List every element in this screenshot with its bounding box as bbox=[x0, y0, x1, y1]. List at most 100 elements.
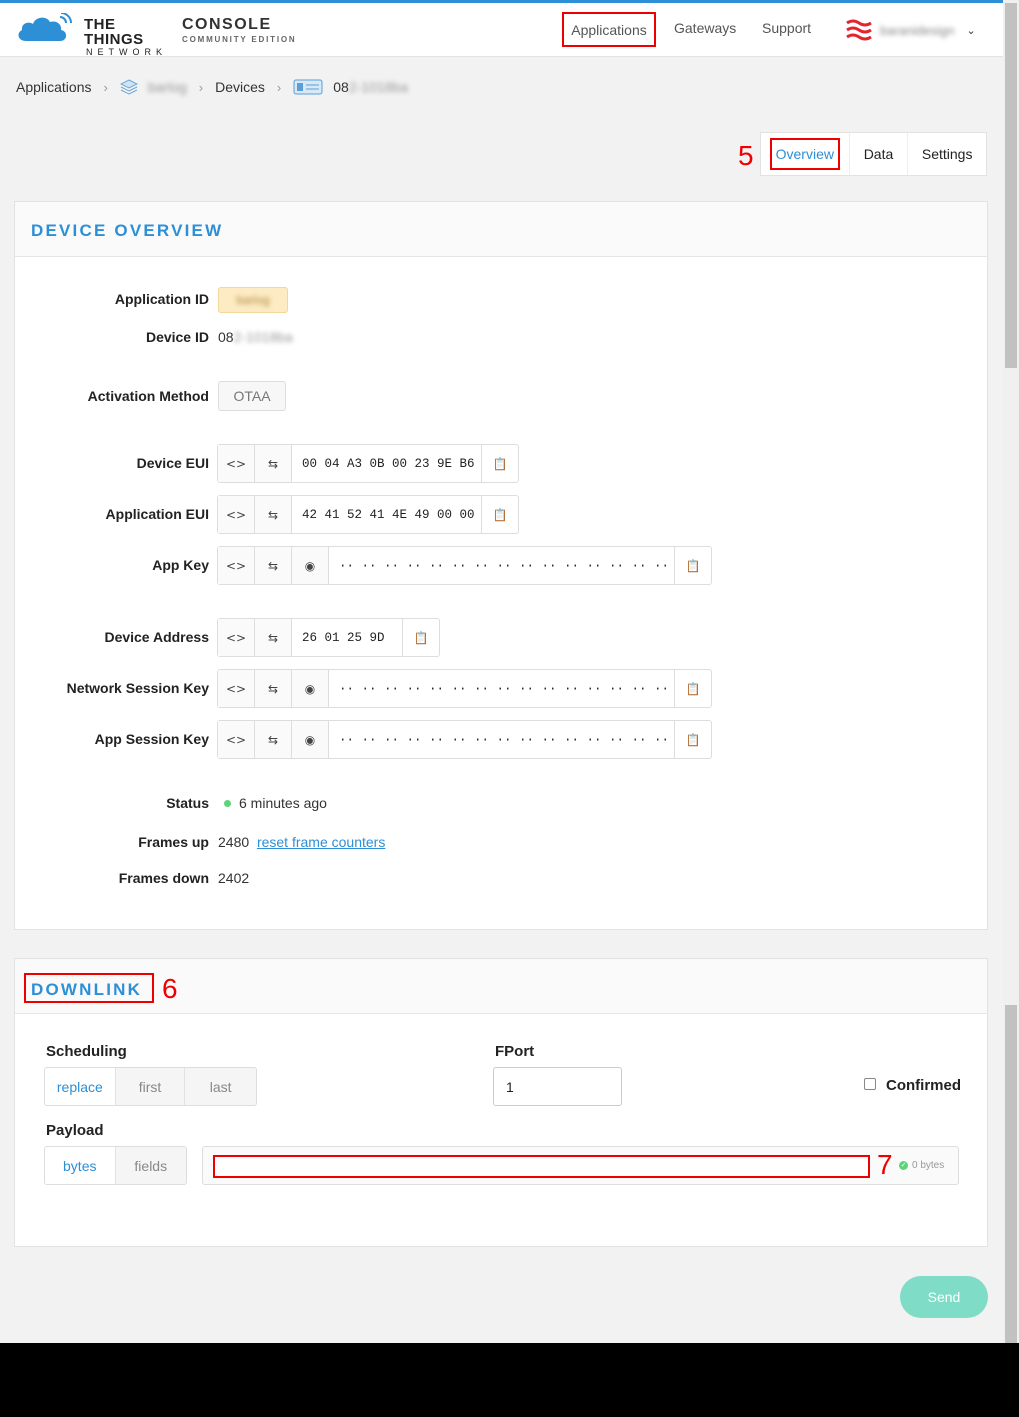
top-navigation-bar: THE THINGS NETWORK CONSOLE COMMUNITY EDI… bbox=[0, 3, 1003, 57]
code-toggle-icon[interactable]: <> bbox=[218, 721, 255, 758]
frames-up-label: Frames up bbox=[138, 834, 209, 850]
clipboard-copy-icon[interactable]: 📋 bbox=[675, 721, 711, 758]
chevron-right-icon: › bbox=[103, 79, 108, 95]
scheduling-last[interactable]: last bbox=[185, 1068, 256, 1105]
network-session-key-field: <> ⇆ ◉ ·· ·· ·· ·· ·· ·· ·· ·· ·· ·· ·· … bbox=[217, 669, 712, 708]
app-key-label: App Key bbox=[152, 557, 209, 573]
application-eui-value: 42 41 52 41 4E 49 00 00 bbox=[292, 496, 482, 533]
byte-order-swap-icon[interactable]: ⇆ bbox=[255, 445, 292, 482]
downlink-header: DOWNLINK 6 bbox=[15, 959, 987, 1014]
breadcrumb-device-prefix: 08 bbox=[333, 79, 349, 95]
confirmed-checkbox[interactable] bbox=[864, 1077, 876, 1090]
activation-method-label: Activation Method bbox=[87, 388, 209, 404]
tab-overview-label: Overview bbox=[769, 138, 840, 170]
app-session-key-value: ·· ·· ·· ·· ·· ·· ·· ·· ·· ·· ·· ·· ·· ·… bbox=[329, 721, 675, 758]
console-title-text: CONSOLE bbox=[182, 16, 272, 33]
clipboard-copy-icon[interactable]: 📋 bbox=[482, 496, 518, 533]
fport-input[interactable]: 1 bbox=[493, 1067, 622, 1106]
status-label: Status bbox=[166, 795, 209, 811]
device-address-label: Device Address bbox=[104, 629, 209, 645]
logo-line1: THE THINGS bbox=[84, 16, 144, 48]
code-toggle-icon[interactable]: <> bbox=[218, 445, 255, 482]
payload-mode-selector: bytes fields bbox=[44, 1146, 187, 1185]
nav-gateways[interactable]: Gateways bbox=[674, 20, 736, 36]
eye-icon[interactable]: ◉ bbox=[292, 721, 329, 758]
application-eui-field: <> ⇆ 42 41 52 41 4E 49 00 00 📋 bbox=[217, 495, 519, 534]
application-id-value: barlog bbox=[236, 293, 270, 307]
clipboard-copy-icon[interactable]: 📋 bbox=[675, 670, 711, 707]
scheduling-selector: replace first last bbox=[44, 1067, 257, 1106]
reset-frame-counters-link[interactable]: reset frame counters bbox=[257, 834, 385, 850]
clipboard-copy-icon[interactable]: 📋 bbox=[675, 547, 711, 584]
eye-icon[interactable]: ◉ bbox=[292, 670, 329, 707]
status-value: 6 minutes ago bbox=[224, 795, 327, 811]
payload-size: 0 bytes bbox=[912, 1160, 945, 1171]
chevron-right-icon: › bbox=[198, 79, 204, 95]
vertical-scrollbar[interactable] bbox=[1003, 0, 1019, 1343]
device-id-blurred: 2-1018ba bbox=[233, 329, 293, 345]
tab-data[interactable]: Data bbox=[850, 133, 909, 175]
scrollbar-thumb[interactable] bbox=[1005, 3, 1017, 368]
byte-order-swap-icon[interactable]: ⇆ bbox=[255, 721, 292, 758]
network-session-key-label: Network Session Key bbox=[66, 680, 209, 696]
status-text: 6 minutes ago bbox=[239, 795, 327, 811]
payload-mode-fields[interactable]: fields bbox=[115, 1147, 186, 1184]
device-eui-label: Device EUI bbox=[136, 455, 209, 471]
annotation-label-5: 5 bbox=[738, 140, 754, 171]
tab-overview[interactable]: Overview bbox=[761, 133, 850, 175]
device-overview-panel: DEVICE OVERVIEW Application ID barlog De… bbox=[14, 201, 988, 930]
nav-support[interactable]: Support bbox=[762, 20, 811, 36]
scheduling-replace[interactable]: replace bbox=[45, 1068, 116, 1105]
device-address-value: 26 01 25 9D bbox=[292, 619, 403, 656]
code-toggle-icon[interactable]: <> bbox=[218, 670, 255, 707]
confirmed-checkbox-row[interactable]: Confirmed bbox=[864, 1077, 961, 1094]
downlink-title: DOWNLINK bbox=[31, 980, 143, 999]
code-toggle-icon[interactable]: <> bbox=[218, 496, 255, 533]
payload-input[interactable] bbox=[213, 1155, 870, 1178]
byte-order-swap-icon[interactable]: ⇆ bbox=[255, 547, 292, 584]
breadcrumb-app-name[interactable]: barlog bbox=[148, 79, 187, 95]
breadcrumb-devices[interactable]: Devices bbox=[215, 79, 265, 95]
fport-label: FPort bbox=[495, 1043, 535, 1060]
activation-method-badge: OTAA bbox=[218, 381, 286, 411]
device-overview-title: DEVICE OVERVIEW bbox=[31, 221, 224, 240]
check-circle-icon: ✓ bbox=[899, 1161, 908, 1170]
byte-order-swap-icon[interactable]: ⇆ bbox=[255, 619, 292, 656]
network-session-key-value: ·· ·· ·· ·· ·· ·· ·· ·· ·· ·· ·· ·· ·· ·… bbox=[329, 670, 675, 707]
scheduling-first[interactable]: first bbox=[115, 1068, 186, 1105]
code-toggle-icon[interactable]: <> bbox=[218, 547, 255, 584]
frames-down-value: 2402 bbox=[218, 870, 250, 886]
nav-applications-label: Applications bbox=[571, 21, 647, 38]
ttn-logo[interactable]: THE THINGS NETWORK bbox=[16, 13, 162, 57]
app-key-value: ·· ·· ·· ·· ·· ·· ·· ·· ·· ·· ·· ·· ·· ·… bbox=[329, 547, 675, 584]
user-menu[interactable]: baranidesign ⌄ bbox=[846, 19, 976, 41]
clipboard-copy-icon[interactable]: 📋 bbox=[403, 619, 439, 656]
device-id-label: Device ID bbox=[145, 329, 209, 345]
logo-line2: NETWORK bbox=[86, 47, 167, 57]
device-id-value: 082-1018ba bbox=[218, 329, 293, 345]
code-toggle-icon[interactable]: <> bbox=[218, 619, 255, 656]
cloud-logo-icon bbox=[18, 13, 72, 41]
breadcrumb-applications[interactable]: Applications bbox=[16, 79, 92, 95]
downlink-title-highlight: DOWNLINK bbox=[24, 973, 154, 1003]
application-id-badge[interactable]: barlog bbox=[218, 287, 288, 313]
device-eui-value: 00 04 A3 0B 00 23 9E B6 bbox=[292, 445, 482, 482]
user-name: baranidesign bbox=[880, 22, 955, 38]
eye-icon[interactable]: ◉ bbox=[292, 547, 329, 584]
app-session-key-label: App Session Key bbox=[94, 731, 209, 747]
scrollbar-thumb-lower[interactable] bbox=[1005, 1005, 1017, 1343]
annotation-label-6: 6 bbox=[162, 973, 178, 1004]
clipboard-copy-icon[interactable]: 📋 bbox=[482, 445, 518, 482]
application-id-label: Application ID bbox=[114, 291, 209, 307]
device-id-prefix: 08 bbox=[218, 329, 234, 345]
nav-applications[interactable]: Applications bbox=[562, 12, 656, 47]
payload-mode-bytes[interactable]: bytes bbox=[45, 1147, 116, 1184]
device-tabs: Overview Data Settings bbox=[760, 132, 987, 176]
device-eui-field: <> ⇆ 00 04 A3 0B 00 23 9E B6 📋 bbox=[217, 444, 519, 483]
send-button[interactable]: Send bbox=[900, 1276, 988, 1318]
byte-order-swap-icon[interactable]: ⇆ bbox=[255, 670, 292, 707]
byte-order-swap-icon[interactable]: ⇆ bbox=[255, 496, 292, 533]
payload-field: 7 ✓ 0 bytes bbox=[202, 1146, 959, 1185]
frames-up-row: 2480 reset frame counters bbox=[218, 834, 385, 850]
tab-settings[interactable]: Settings bbox=[908, 133, 986, 175]
